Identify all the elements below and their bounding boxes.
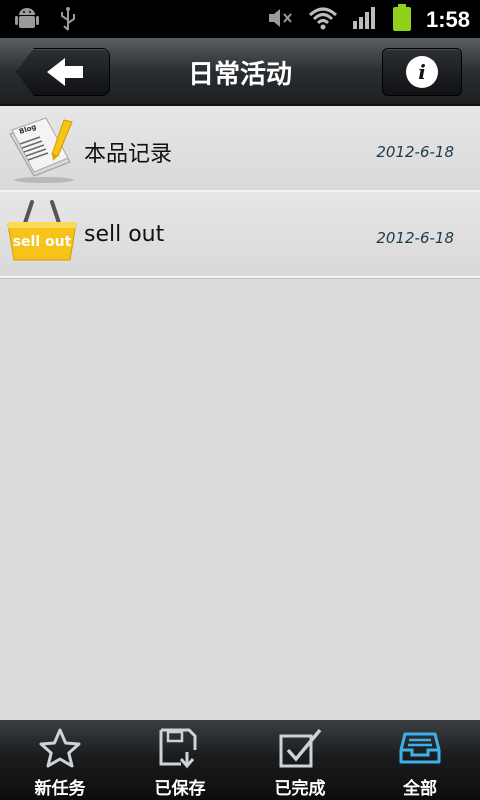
- basket-text: sell out: [13, 234, 72, 250]
- usb-icon: [58, 6, 78, 36]
- info-button[interactable]: i: [382, 48, 462, 96]
- list-item-date: 2012-6-18: [376, 229, 454, 247]
- bottom-tab-bar: 新任务 已保存 已完成 全部: [0, 720, 480, 800]
- title-bar: 日常活动 i: [0, 38, 480, 106]
- tab-all[interactable]: 全部: [360, 720, 480, 800]
- list-item-date: 2012-6-18: [376, 143, 454, 161]
- mute-icon: [266, 5, 294, 35]
- tab-label: 全部: [403, 779, 437, 799]
- tab-new-task[interactable]: 新任务: [0, 720, 120, 800]
- status-bar: 1:58: [0, 0, 480, 38]
- tab-completed[interactable]: 已完成: [240, 720, 360, 800]
- activity-list: Blog 本品记录 2012-6-18 sell out sell out 20…: [0, 106, 480, 278]
- list-item-label: 本品记录: [84, 142, 173, 167]
- blog-note-icon: Blog: [6, 112, 78, 184]
- tab-saved[interactable]: 已保存: [120, 720, 240, 800]
- clock: 1:58: [425, 7, 470, 32]
- battery-icon: [392, 4, 412, 36]
- tab-label: 已完成: [274, 779, 326, 799]
- list-item[interactable]: Blog 本品记录 2012-6-18: [0, 106, 480, 192]
- signal-icon: [352, 5, 378, 35]
- android-debug-icon: [14, 6, 40, 36]
- tab-label: 新任务: [34, 779, 86, 799]
- wifi-icon: [308, 5, 338, 35]
- info-icon: i: [406, 56, 438, 88]
- tab-label: 已保存: [154, 779, 206, 799]
- list-item[interactable]: sell out sell out 2012-6-18: [0, 192, 480, 278]
- list-item-label: sell out: [84, 222, 165, 247]
- shopping-basket-icon: sell out: [6, 198, 78, 270]
